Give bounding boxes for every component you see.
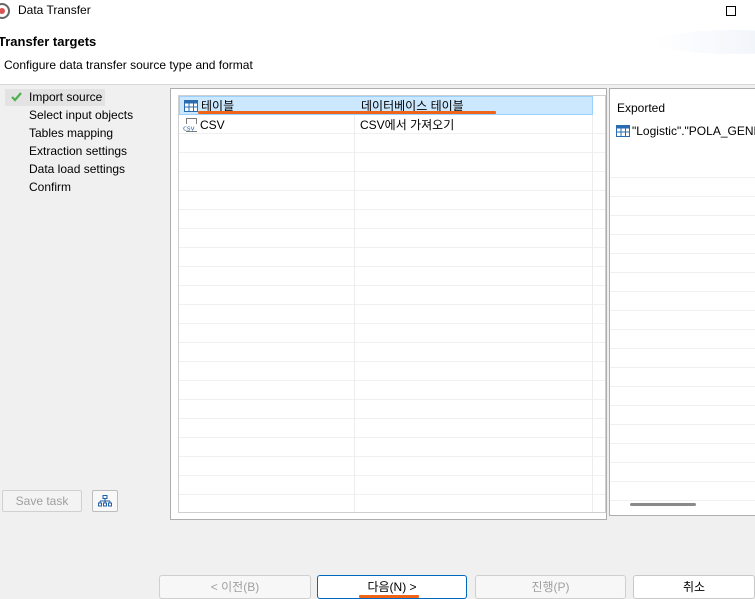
grid-line [179,419,605,438]
grid-line [610,387,755,406]
grid-line [610,406,755,425]
grid-line [179,476,605,495]
exported-header: Exported [617,101,666,115]
grid-line [179,305,605,324]
step-label: Tables mapping [29,126,114,140]
grid-line [179,153,605,172]
source-description: CSV에서 가져오기 [360,118,455,132]
source-type-table: 테이블 데이터베이스 테이블 csv CSV CSV에서 가져오기 [178,95,606,513]
annotation-underline [198,111,496,114]
grid-line [179,343,605,362]
grid-line [179,400,605,419]
horizontal-scrollbar[interactable] [630,503,696,506]
cancel-button[interactable]: 취소 [633,575,755,599]
step-import-source[interactable]: Import source [5,89,106,106]
page-title: Transfer targets [0,34,97,49]
grid-line [610,444,755,463]
grid-line [179,229,605,248]
step-label: Extraction settings [29,144,128,158]
grid-line [179,134,605,153]
step-data-load-settings[interactable]: Data load settings [5,161,128,178]
maximize-button[interactable] [718,0,744,22]
check-icon [11,92,22,102]
hierarchy-icon [98,495,112,507]
grid-line [179,210,605,229]
column-divider [592,96,593,512]
grid-line [610,197,755,216]
grid-line [179,324,605,343]
grid-line [179,381,605,400]
maximize-icon [726,6,736,16]
wizard-header: Transfer targets Configure data transfer… [0,22,755,84]
grid-line [179,248,605,267]
step-select-input-objects[interactable]: Select input objects [5,107,136,124]
annotation-underline [359,595,419,598]
source-row-csv[interactable]: csv CSV CSV에서 가져오기 [179,116,593,135]
grid-line [610,425,755,444]
header-divider [0,84,755,85]
step-label: Import source [29,90,103,104]
window-title: Data Transfer [18,3,91,17]
csv-icon: csv [183,118,199,133]
grid-line [179,457,605,476]
grid-line [179,191,605,210]
title-bar: Data Transfer [0,0,755,22]
grid-line [610,292,755,311]
grid-line [610,216,755,235]
back-button[interactable]: < 이전(B) [159,575,311,599]
grid-line [610,311,755,330]
svg-text:csv: csv [183,125,195,133]
grid-line [610,159,755,178]
exported-item[interactable]: "Logistic"."POLA_GENE [614,123,755,139]
grid-line [610,178,755,197]
step-label: Select input objects [29,108,134,122]
grid-line [610,368,755,387]
source-name: CSV [200,118,225,132]
header-decoration [655,30,755,54]
page-description: Configure data transfer source type and … [4,58,253,72]
grid-line [610,235,755,254]
step-label: Confirm [29,180,72,194]
grid-line [610,482,755,501]
step-tables-mapping[interactable]: Tables mapping [5,125,116,142]
grid-line [610,330,755,349]
table-icon [616,125,630,137]
step-label: Data load settings [29,162,126,176]
exported-panel: Exported "Logistic"."POLA_GENE [609,88,755,516]
grid-line [610,254,755,273]
save-task-button[interactable]: Save task [2,490,82,512]
grid-line [179,438,605,457]
column-divider [354,96,355,512]
step-confirm[interactable]: Confirm [5,179,74,196]
grid-line [179,267,605,286]
step-extraction-settings[interactable]: Extraction settings [5,143,130,160]
exported-item-label: "Logistic"."POLA_GENE [632,124,755,138]
grid-line [610,349,755,368]
organize-button[interactable] [92,490,118,512]
proceed-button[interactable]: 진행(P) [475,575,626,599]
grid-line [179,362,605,381]
grid-line [610,463,755,482]
grid-line [179,286,605,305]
wizard-steps: Import source Select input objects Table… [0,88,170,520]
table-icon [184,100,198,112]
grid-line [179,495,605,512]
grid-line [610,273,755,292]
app-icon [0,3,10,19]
grid-line [179,172,605,191]
